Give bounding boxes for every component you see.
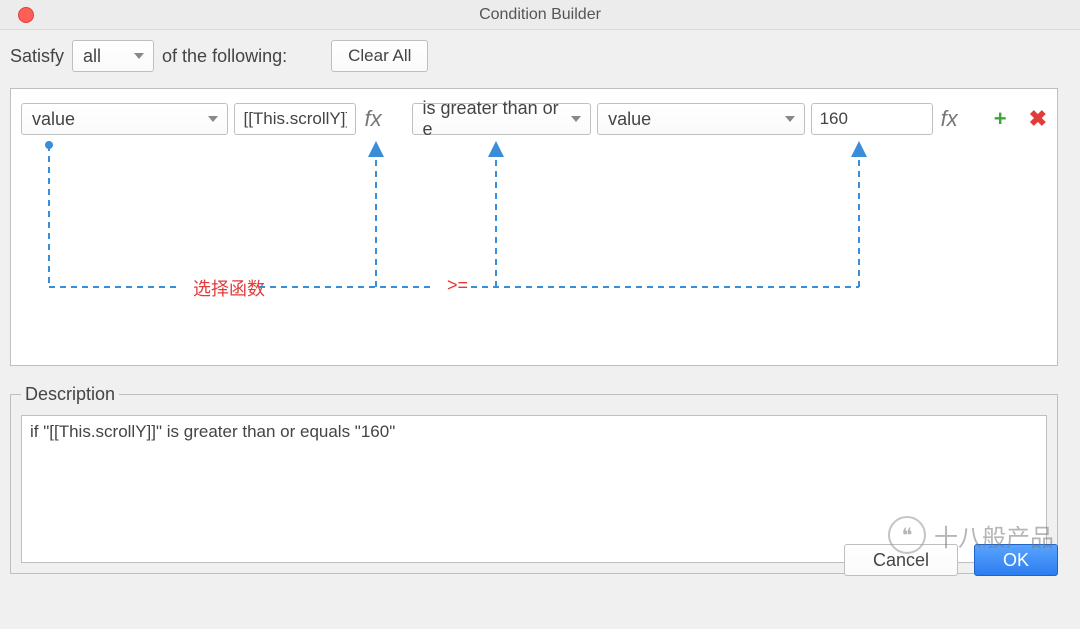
titlebar: Condition Builder (0, 0, 1080, 30)
window-title: Condition Builder (0, 6, 1080, 24)
clear-all-label: Clear All (348, 46, 411, 66)
satisfy-value: all (83, 46, 101, 67)
description-legend: Description (21, 384, 119, 405)
ok-button[interactable]: OK (974, 544, 1058, 576)
dialog-body: Satisfy all of the following: Clear All … (0, 30, 1080, 586)
cancel-button[interactable]: Cancel (844, 544, 958, 576)
satisfy-select[interactable]: all (72, 40, 154, 72)
footer-buttons: Cancel OK (844, 544, 1058, 576)
satisfy-row: Satisfy all of the following: Clear All (10, 40, 1058, 72)
conditions-panel: value fx is greater than or e value fx +… (10, 88, 1058, 366)
description-text[interactable]: if "[[This.scrollY]]" is greater than or… (21, 415, 1047, 563)
ok-label: OK (1003, 550, 1029, 571)
cancel-label: Cancel (873, 550, 929, 571)
annotation-arrows (11, 89, 1051, 349)
following-label: of the following: (162, 46, 287, 67)
clear-all-button[interactable]: Clear All (331, 40, 428, 72)
satisfy-label: Satisfy (10, 46, 64, 67)
